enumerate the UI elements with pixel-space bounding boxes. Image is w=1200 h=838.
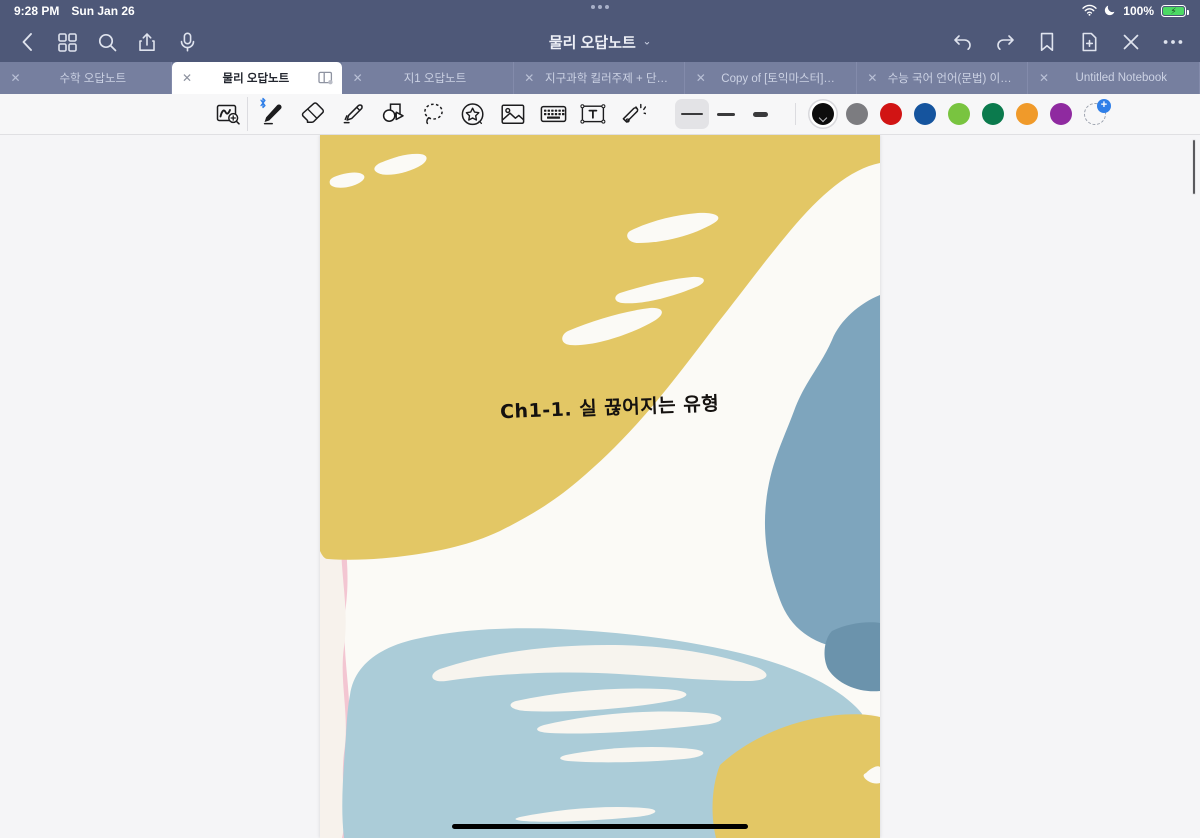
- tab-label: Untitled Notebook: [1075, 72, 1167, 84]
- close-icon[interactable]: ✕: [522, 71, 537, 86]
- close-icon[interactable]: ✕: [8, 71, 23, 86]
- eraser-icon[interactable]: [293, 97, 333, 131]
- moon-icon: [1104, 4, 1116, 19]
- status-date: Sun Jan 26: [71, 4, 135, 18]
- search-icon[interactable]: [94, 29, 120, 55]
- stroke-preview: [681, 113, 703, 115]
- drawing-toolbar: +: [0, 94, 1200, 135]
- chevron-down-icon[interactable]: ⌄: [643, 37, 651, 48]
- color-orange[interactable]: [1016, 103, 1038, 125]
- tab[interactable]: ✕ Untitled Notebook: [1028, 62, 1200, 94]
- tab[interactable]: ✕ 수학 오답노트: [0, 62, 172, 94]
- more-icon[interactable]: [1160, 29, 1186, 55]
- stroke-preview: [752, 111, 768, 117]
- tab-label: 물리 오답노트: [222, 73, 290, 85]
- keyboard-icon[interactable]: [533, 97, 573, 131]
- tab[interactable]: ✕ 지1 오답노트: [342, 62, 514, 94]
- tab[interactable]: ✕ 수능 국어 언어(문법) 이…: [856, 62, 1029, 94]
- nav-bar-right: [950, 29, 1186, 55]
- close-icon[interactable]: ✕: [1036, 71, 1051, 86]
- note-canvas[interactable]: Ch1-1. 실 끊어지는 유형: [0, 135, 1200, 838]
- highlighter-icon[interactable]: [333, 97, 373, 131]
- tab-label: 지1 오답노트: [403, 73, 467, 85]
- color-light-green[interactable]: [948, 103, 970, 125]
- tab-label: 수능 국어 언어(문법) 이…: [887, 73, 1012, 85]
- battery-charging-icon: ⚡: [1161, 5, 1189, 17]
- color-black[interactable]: [812, 103, 834, 125]
- bookmark-icon[interactable]: [1034, 29, 1060, 55]
- sticker-icon[interactable]: [453, 97, 493, 131]
- vertical-scrollbar[interactable]: [1192, 139, 1196, 195]
- status-bar-right: 100% ⚡: [1082, 4, 1189, 19]
- undo-icon[interactable]: [950, 29, 976, 55]
- plus-icon: +: [1097, 99, 1111, 113]
- tab[interactable]: ✕ Copy of [토익마스터]…: [685, 62, 857, 94]
- status-bar-left: 9:28 PM Sun Jan 26: [14, 4, 135, 18]
- bluetooth-icon: [259, 97, 267, 112]
- tab-active[interactable]: ✕ 물리 오답노트: [171, 62, 343, 94]
- stroke-width-medium[interactable]: [709, 99, 743, 129]
- text-box-icon[interactable]: [573, 97, 613, 131]
- add-color-button[interactable]: +: [1084, 99, 1111, 125]
- color-palette: +: [795, 99, 1111, 125]
- close-icon[interactable]: ✕: [180, 71, 195, 86]
- tab-label: 수학 오답노트: [59, 73, 127, 85]
- home-indicator: [452, 824, 748, 829]
- tab-label: Copy of [토익마스터]…: [721, 73, 835, 85]
- battery-percent-label: 100%: [1123, 4, 1154, 18]
- nav-bar-left: [14, 29, 200, 55]
- tool-group: [208, 97, 653, 131]
- color-purple[interactable]: [1050, 103, 1072, 125]
- handle-dot: [598, 5, 602, 9]
- redo-icon[interactable]: [992, 29, 1018, 55]
- stroke-width-thick[interactable]: [743, 99, 777, 129]
- page-title[interactable]: 물리 오답노트 ⌄: [549, 32, 651, 53]
- color-dark-green[interactable]: [982, 103, 1004, 125]
- close-icon[interactable]: ✕: [865, 71, 880, 86]
- tab[interactable]: ✕ 지구과학 킬러주제 + 단…: [513, 62, 686, 94]
- laser-pointer-icon[interactable]: [613, 97, 653, 131]
- pen-icon[interactable]: [253, 97, 293, 131]
- status-bar: 9:28 PM Sun Jan 26 100% ⚡: [0, 0, 1200, 22]
- nav-bar: 물리 오답노트 ⌄: [0, 22, 1200, 62]
- stroke-preview: [717, 112, 735, 116]
- zoom-scroll-icon[interactable]: [208, 97, 248, 131]
- stroke-width-thin[interactable]: [675, 99, 709, 129]
- color-red[interactable]: [880, 103, 902, 125]
- color-blue[interactable]: [914, 103, 936, 125]
- multitask-handle[interactable]: [591, 5, 609, 9]
- add-page-icon[interactable]: [1076, 29, 1102, 55]
- handle-dot: [605, 5, 609, 9]
- handle-dot: [591, 5, 595, 9]
- wifi-icon: [1082, 4, 1097, 19]
- share-icon[interactable]: [134, 29, 160, 55]
- status-time: 9:28 PM: [14, 4, 60, 18]
- color-gray[interactable]: [846, 103, 868, 125]
- close-icon[interactable]: ✕: [350, 71, 365, 86]
- tab-label: 지구과학 킬러주제 + 단…: [545, 73, 669, 85]
- tab-bar: ✕ 수학 오답노트 ✕ 물리 오답노트 ✕ 지1 오답노트 ✕ 지구과학 킬러주제 + 단… ✕…: [0, 62, 1200, 94]
- split-view-icon[interactable]: [317, 70, 334, 87]
- microphone-icon[interactable]: [174, 29, 200, 55]
- notebook-page[interactable]: Ch1-1. 실 끊어지는 유형: [320, 135, 880, 838]
- cover-artwork: [320, 135, 880, 838]
- back-chevron-icon[interactable]: [14, 29, 40, 55]
- lasso-icon[interactable]: [413, 97, 453, 131]
- page-title-label: 물리 오답노트: [548, 34, 636, 52]
- stroke-width-group: [675, 99, 777, 129]
- close-icon[interactable]: [1118, 29, 1144, 55]
- shapes-icon[interactable]: [373, 97, 413, 131]
- grid-icon[interactable]: [54, 29, 80, 55]
- image-icon[interactable]: [493, 97, 533, 131]
- close-icon[interactable]: ✕: [693, 71, 708, 86]
